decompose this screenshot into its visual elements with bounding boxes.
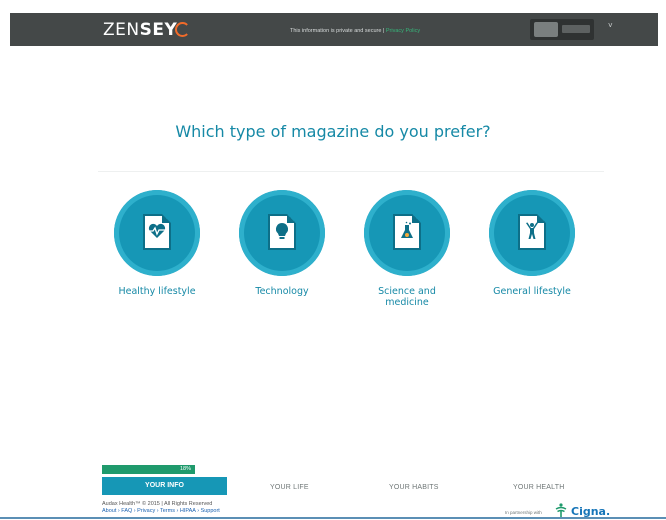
option-circle[interactable] xyxy=(239,190,325,276)
cigna-tree-icon xyxy=(555,503,567,517)
option-circle[interactable] xyxy=(489,190,575,276)
option-technology[interactable]: Technology xyxy=(222,190,342,320)
footer-link-terms[interactable]: Terms xyxy=(160,508,175,514)
partner-text: In partnership with xyxy=(505,510,542,515)
brand-logo[interactable]: ZENSEY xyxy=(103,20,177,40)
option-label: Technology xyxy=(255,286,309,297)
footer-link-about[interactable]: About xyxy=(102,508,116,514)
footer-link-faq[interactable]: FAQ xyxy=(121,508,132,514)
document-icon xyxy=(393,214,421,250)
footer-link-hipaa[interactable]: HIPAA xyxy=(180,508,196,514)
copyright: Audax Health™ © 2015 | All Rights Reserv… xyxy=(102,501,213,507)
option-circle[interactable] xyxy=(114,190,200,276)
document-icon xyxy=(143,214,171,250)
flask-icon xyxy=(401,221,413,238)
progress-percent: 18% xyxy=(180,466,192,472)
step-your-habits[interactable]: YOUR HABITS xyxy=(389,484,439,491)
option-science-and-medicine[interactable]: Science and medicine xyxy=(347,190,467,320)
step-your-life[interactable]: YOUR LIFE xyxy=(270,484,309,491)
secure-text: This information is private and secure | xyxy=(290,28,385,34)
step-your-health[interactable]: YOUR HEALTH xyxy=(513,484,564,491)
footer-link-support[interactable]: Support xyxy=(201,508,220,514)
chevron-down-icon[interactable]: ˅ xyxy=(608,21,613,30)
account-name-redacted xyxy=(562,25,590,33)
option-circle[interactable] xyxy=(364,190,450,276)
question-title: Which type of magazine do you prefer? xyxy=(175,122,491,141)
lightbulb-icon xyxy=(275,222,289,239)
top-bar: ZENSEY This information is private and s… xyxy=(10,13,658,46)
option-label: Healthy lifestyle xyxy=(118,286,196,297)
heart-pulse-icon xyxy=(148,223,166,238)
brand-prefix: ZEN xyxy=(103,20,140,40)
privacy-policy-link[interactable]: Privacy Policy xyxy=(386,28,420,34)
option-label: General lifestyle xyxy=(493,286,571,297)
account-menu[interactable] xyxy=(530,19,594,40)
bottom-border xyxy=(0,517,666,519)
footer-link-privacy[interactable]: Privacy xyxy=(137,508,155,514)
option-label: Science and medicine xyxy=(347,286,467,308)
step-your-info[interactable]: YOUR INFO xyxy=(102,477,227,495)
footer-links: About › FAQ › Privacy › Terms › HIPAA › … xyxy=(102,508,220,514)
option-healthy-lifestyle[interactable]: Healthy lifestyle xyxy=(97,190,217,320)
brand-mark-icon xyxy=(175,22,190,37)
avatar xyxy=(534,22,558,37)
divider xyxy=(98,171,604,172)
document-icon xyxy=(268,214,296,250)
option-general-lifestyle[interactable]: General lifestyle xyxy=(472,190,592,320)
option-label-text: Science and medicine xyxy=(378,286,436,308)
brand-bold: SEY xyxy=(139,20,178,40)
person-arms-up-icon xyxy=(526,222,538,239)
document-icon xyxy=(518,214,546,250)
privacy-notice: This information is private and secure |… xyxy=(290,28,420,34)
